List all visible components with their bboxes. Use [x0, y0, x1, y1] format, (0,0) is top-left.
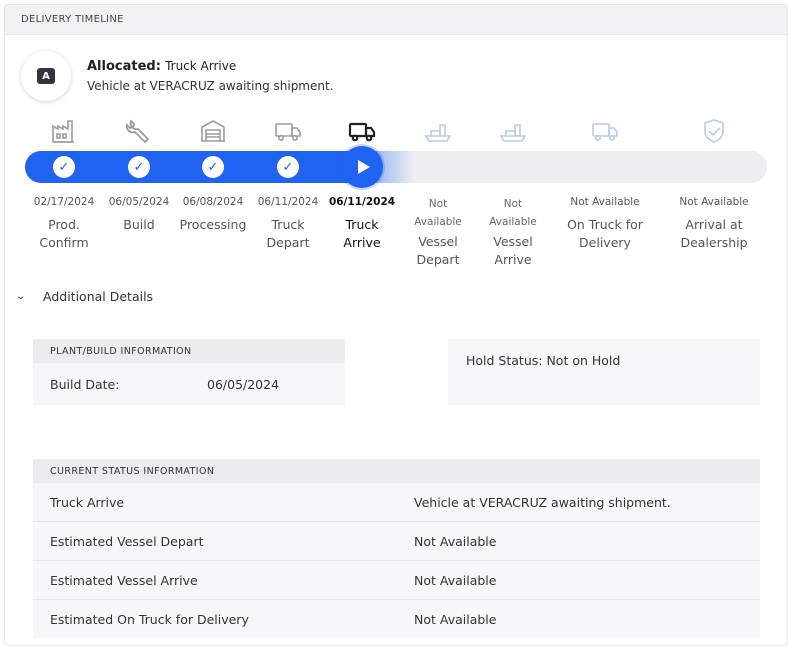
chevron-down-icon: ⌄: [15, 291, 27, 302]
delivery-truck-icon: [592, 123, 618, 141]
check-icon: ✓: [277, 156, 299, 178]
stage-arrival-at-dealership: Not Available Arrival at Dealership: [679, 196, 749, 250]
delivery-timeline-card: DELIVERY TIMELINE A Allocated: Truck Arr…: [4, 4, 788, 646]
status-label: Allocated:: [87, 59, 161, 74]
truck-icon: [348, 122, 376, 142]
current-stage-marker: [341, 146, 383, 188]
allocated-icon: A: [37, 68, 55, 84]
additional-details-toggle[interactable]: ⌄ Additional Details: [15, 289, 154, 304]
shield-check-icon: [704, 119, 724, 143]
build-date-value: 06/05/2024: [207, 376, 280, 392]
status-subtitle: Vehicle at VERACRUZ awaiting shipment.: [87, 79, 334, 93]
ship-icon: [424, 124, 452, 142]
status-badge: A: [21, 51, 71, 101]
card-header: DELIVERY TIMELINE: [5, 5, 787, 35]
delivery-progress-fill: [25, 151, 370, 183]
build-date-label: Build Date:: [50, 376, 120, 392]
check-icon: ✓: [128, 156, 150, 178]
table-row: Estimated Vessel Depart Not Available: [33, 522, 760, 561]
play-icon: [357, 160, 370, 174]
warehouse-icon: [201, 120, 225, 142]
hold-status-panel: Hold Status: Not on Hold: [448, 339, 760, 405]
table-row: Estimated On Truck for Delivery Not Avai…: [50, 611, 497, 627]
ship-icon: [499, 124, 527, 142]
wrench-icon: [125, 119, 150, 144]
current-status-panel: CURRENT STATUS INFORMATION Truck Arrive …: [33, 459, 760, 638]
check-icon: ✓: [202, 156, 224, 178]
card-title: DELIVERY TIMELINE: [21, 14, 124, 25]
plant-build-panel: PLANT/BUILD INFORMATION Build Date: 06/0…: [33, 339, 345, 405]
additional-details-label: Additional Details: [43, 289, 154, 304]
check-icon: ✓: [53, 156, 75, 178]
status-value: Truck Arrive: [165, 59, 237, 73]
delivery-progress-track: ✓ ✓ ✓ ✓: [25, 146, 767, 188]
plant-build-heading: PLANT/BUILD INFORMATION: [33, 339, 345, 363]
factory-icon: [52, 120, 74, 143]
current-status-summary: A Allocated: Truck Arrive Vehicle at VER…: [21, 51, 334, 101]
current-status-heading: CURRENT STATUS INFORMATION: [33, 459, 760, 483]
hold-status-text: Hold Status: Not on Hold: [466, 353, 621, 368]
table-row: Truck Arrive Vehicle at VERACRUZ awaitin…: [33, 483, 760, 522]
table-row: Estimated Vessel Arrive Not Available: [33, 561, 760, 600]
truck-icon: [275, 123, 301, 141]
stage-on-truck-for-delivery: Not Available On Truck for Delivery: [567, 196, 643, 250]
stage-vessel-arrive: Not Available Vessel Arrive: [489, 198, 537, 267]
